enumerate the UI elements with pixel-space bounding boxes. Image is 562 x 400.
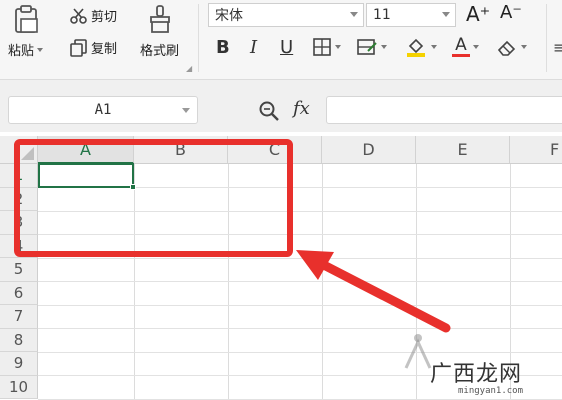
watermark-url: mingyan1.com xyxy=(458,386,524,396)
watermark-brand: 广西龙网 xyxy=(430,362,523,387)
